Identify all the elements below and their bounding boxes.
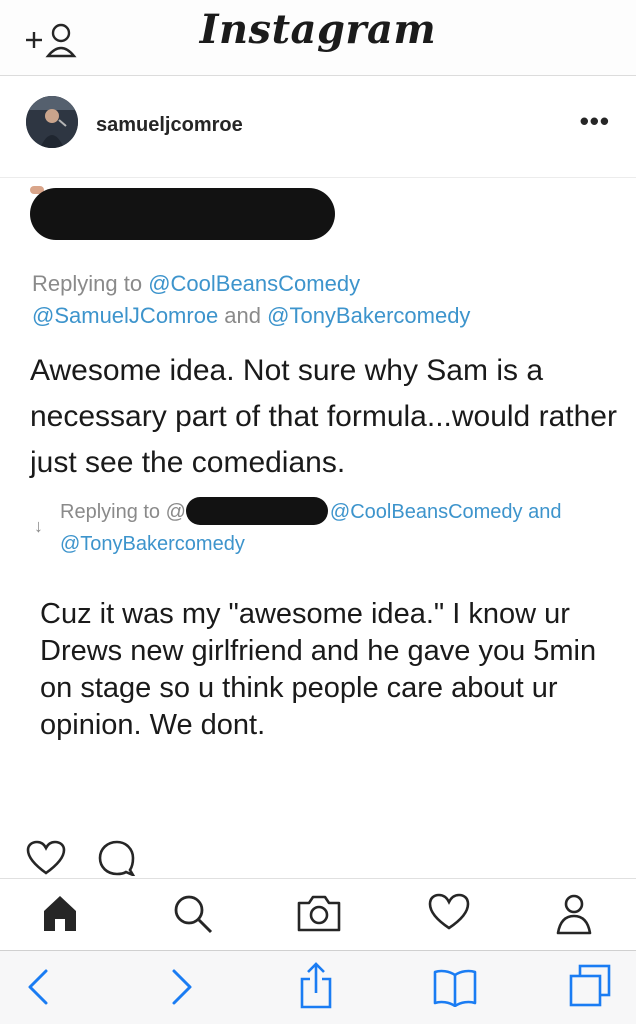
mention-samueljcomroe[interactable]: @SamuelJComroe xyxy=(32,303,218,328)
post-actions xyxy=(26,840,226,876)
reply-arrow-icon: ↓ xyxy=(34,516,43,536)
redacted-handle xyxy=(185,497,328,525)
search-icon[interactable] xyxy=(172,893,214,935)
activity-heart-icon[interactable] xyxy=(428,893,470,931)
reply-and: and xyxy=(218,303,268,328)
avatar[interactable] xyxy=(26,96,78,148)
comment-icon[interactable] xyxy=(96,840,136,876)
back-icon[interactable] xyxy=(26,967,50,1007)
mention-coolbeans[interactable]: @CoolBeansComedy xyxy=(148,271,360,296)
share-icon[interactable] xyxy=(298,961,334,1009)
tweet-text-1: Awesome idea. Not sure why Sam is a nece… xyxy=(30,354,617,479)
reply-and-2: and xyxy=(522,501,562,523)
tweet-text-2: Cuz it was my "awesome idea." I know ur … xyxy=(40,598,597,741)
post-image: Replying to @CoolBeansComedy @SamuelJCom… xyxy=(0,178,636,878)
reply-context-1: Replying to @CoolBeansComedy @SamuelJCom… xyxy=(32,268,612,332)
reply-prefix-2: Replying to @ xyxy=(60,501,186,523)
profile-icon[interactable] xyxy=(556,893,592,935)
home-icon[interactable] xyxy=(42,893,78,933)
mention-tonybaker-2[interactable]: @TonyBakercomedy xyxy=(60,533,245,555)
safari-toolbar xyxy=(0,950,636,1024)
post-username[interactable]: samueljcomroe xyxy=(96,114,243,137)
tabs-icon[interactable] xyxy=(568,963,612,1009)
forward-icon[interactable] xyxy=(170,967,194,1007)
more-options-icon[interactable]: ••• xyxy=(580,106,610,137)
heart-icon[interactable] xyxy=(26,840,66,876)
reply-prefix: Replying to xyxy=(32,271,149,296)
bookmarks-icon[interactable] xyxy=(432,967,478,1007)
instagram-header: Instagram xyxy=(0,0,636,76)
camera-icon[interactable] xyxy=(296,893,342,933)
redacted-name xyxy=(30,188,335,240)
instagram-tab-bar xyxy=(0,878,636,950)
reply-context-2: Replying to @ @CoolBeansComedy and @TonyB… xyxy=(60,496,620,560)
post-header: samueljcomroe ••• xyxy=(0,88,636,178)
mention-tonybaker[interactable]: @TonyBakercomedy xyxy=(267,303,470,328)
mention-coolbeans-2[interactable]: @CoolBeansComedy xyxy=(330,501,523,523)
app-logo: Instagram xyxy=(199,6,437,53)
